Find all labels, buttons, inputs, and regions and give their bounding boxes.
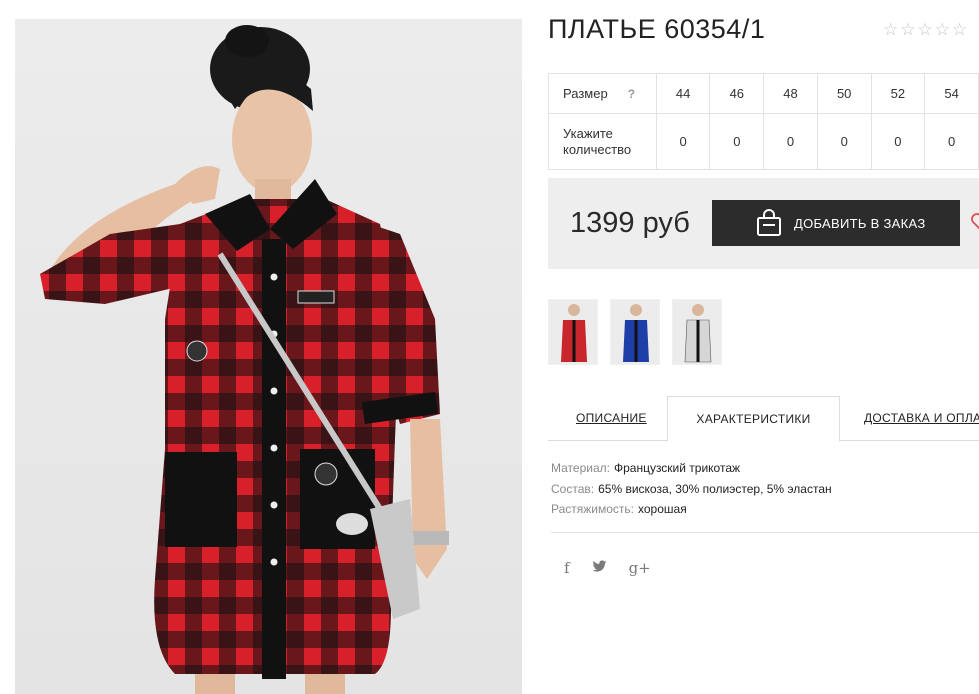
quantity-input-44[interactable]: 0: [655, 113, 711, 170]
twitter-icon[interactable]: [592, 559, 607, 577]
rating-stars[interactable]: ☆ ☆ ☆ ☆ ☆: [883, 21, 967, 38]
add-to-order-button[interactable]: ДОБАВИТЬ В ЗАКАЗ: [712, 200, 960, 246]
star-icon[interactable]: ☆: [900, 21, 915, 38]
size-help-icon[interactable]: ?: [628, 86, 635, 102]
spec-value: Французский трикотаж: [613, 461, 741, 475]
size-44: 44: [655, 73, 711, 114]
product-specs: Материал: Французский трикотаж Состав: 65%…: [551, 458, 832, 520]
price: 1399 руб: [570, 207, 690, 239]
size-row: Размер? 44 46 48 50 52 54: [548, 73, 979, 114]
dress-illustration: [40, 25, 449, 694]
tab-characteristics[interactable]: ХАРАКТЕРИСТИКИ: [667, 396, 840, 442]
spec-composition: Состав: 65% вискоза, 30% полиэстер, 5% эл…: [551, 479, 832, 500]
thumbnail-strip: [548, 299, 722, 365]
size-48: 48: [763, 73, 818, 114]
shopping-bag-icon: [756, 209, 782, 237]
add-to-order-label: ДОБАВИТЬ В ЗАКАЗ: [794, 215, 926, 231]
spec-label: Состав:: [551, 481, 595, 496]
quantity-row: Укажите количество 0 0 0 0 0 0: [548, 113, 979, 170]
spec-value: хорошая: [638, 502, 687, 516]
heart-icon[interactable]: [970, 212, 979, 232]
quantity-input-54[interactable]: 0: [924, 113, 979, 170]
main-product-photo[interactable]: [15, 19, 522, 694]
star-icon[interactable]: ☆: [952, 21, 967, 38]
quantity-input-52[interactable]: 0: [870, 113, 926, 170]
spec-material: Материал: Французский трикотаж: [551, 458, 832, 479]
tab-description[interactable]: ОПИСАНИЕ: [576, 396, 647, 441]
size-50: 50: [816, 73, 872, 114]
star-icon[interactable]: ☆: [918, 21, 933, 38]
quantity-input-46[interactable]: 0: [709, 113, 765, 170]
thumbnail-red-dress[interactable]: [548, 299, 598, 365]
product-title: ПЛАТЬЕ 60354/1: [548, 14, 766, 44]
quantity-input-48[interactable]: 0: [763, 113, 818, 170]
tab-delivery-payment[interactable]: ДОСТАВКА И ОПЛАТА: [864, 396, 979, 441]
size-54: 54: [924, 73, 979, 114]
divider: [551, 532, 979, 533]
google-plus-icon[interactable]: g+: [629, 559, 651, 577]
star-icon[interactable]: ☆: [935, 21, 950, 38]
quantity-input-50[interactable]: 0: [816, 113, 872, 170]
buy-box: 1399 руб ДОБАВИТЬ В ЗАКАЗ: [548, 178, 979, 269]
spec-stretch: Растяжимость: хорошая: [551, 499, 832, 520]
social-share: f g+: [564, 559, 651, 577]
quantity-label: Укажите количество: [548, 113, 657, 170]
size-52: 52: [870, 73, 926, 114]
thumbnail-blue-dress[interactable]: [610, 299, 660, 365]
thumbnail-white-dress[interactable]: [672, 299, 722, 365]
size-table: Размер? 44 46 48 50 52 54 Укажите количе…: [548, 73, 979, 170]
size-46: 46: [709, 73, 765, 114]
spec-label: Материал:: [551, 461, 610, 475]
star-icon[interactable]: ☆: [883, 21, 898, 38]
product-tabs: ОПИСАНИЕ ХАРАКТЕРИСТИКИ ДОСТАВКА И ОПЛАТ…: [548, 396, 979, 442]
size-header: Размер?: [548, 73, 657, 114]
facebook-icon[interactable]: f: [564, 559, 570, 577]
size-label: Размер: [563, 85, 608, 101]
spec-value: 65% вискоза, 30% полиэстер, 5% эластан: [598, 481, 832, 496]
spec-label: Растяжимость:: [551, 502, 635, 516]
